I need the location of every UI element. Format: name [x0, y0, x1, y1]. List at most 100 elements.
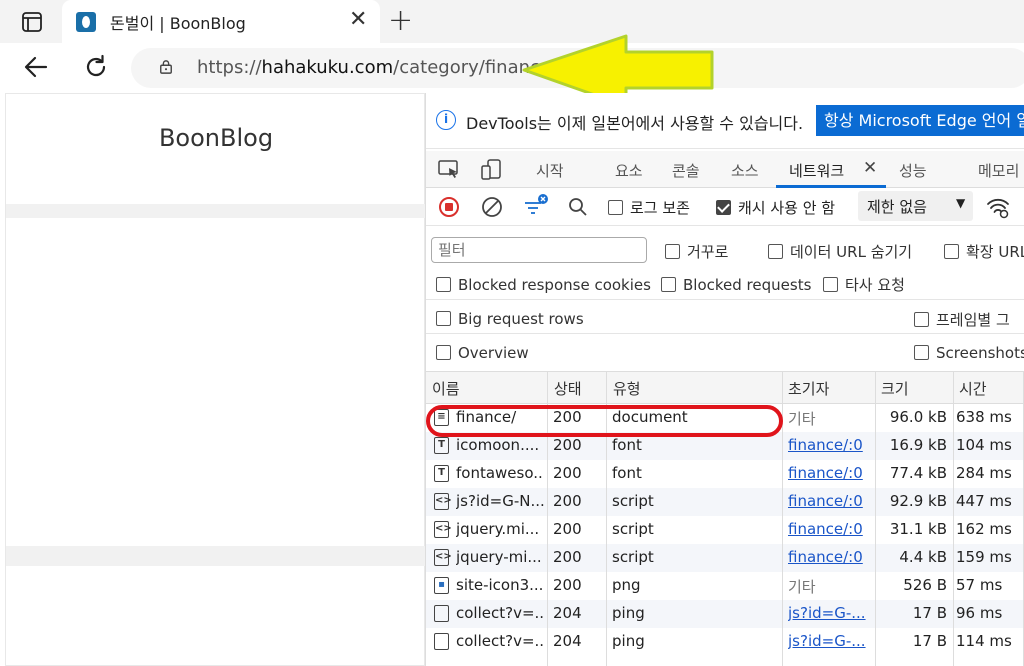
refresh-icon[interactable]	[82, 53, 110, 81]
overview-box[interactable]	[436, 345, 451, 360]
column-size-header[interactable]: 크기	[881, 378, 909, 399]
table-row[interactable]: <> jquery-mi... 200 script finance/:0 4.4 kB 1…	[426, 544, 1024, 572]
close-tab-icon[interactable]: ✕	[349, 8, 367, 32]
cell-size: 96.0 kB	[889, 408, 947, 426]
table-row[interactable]: collect?v=... 204 ping js?id=G-... 17 B 114 m…	[426, 628, 1024, 656]
table-row[interactable]: ▪ site-icon3... 200 png 기타 526 B 57 ms	[426, 572, 1024, 600]
disable-cache-box[interactable]	[716, 200, 731, 215]
cell-size: 17 B	[912, 632, 947, 650]
tab-performance[interactable]: 성능	[899, 160, 927, 181]
hide-data-urls-box[interactable]	[768, 244, 783, 259]
filter-icon[interactable]	[522, 193, 550, 219]
record-icon[interactable]	[438, 196, 460, 218]
cell-initiator[interactable]: finance/:0	[788, 492, 873, 510]
cell-initiator[interactable]: js?id=G-...	[788, 604, 873, 622]
cell-time: 284 ms	[956, 464, 1012, 482]
blocked-cookies-box[interactable]	[436, 277, 451, 292]
cell-initiator[interactable]: js?id=G-...	[788, 632, 873, 650]
blocked-requests-checkbox[interactable]: Blocked requests	[661, 276, 811, 294]
cell-status: 200	[553, 464, 582, 482]
cell-time: 162 ms	[956, 520, 1012, 538]
group-by-frame-label: 프레임별 그	[936, 311, 1010, 329]
filter-input[interactable]	[431, 237, 647, 263]
big-request-rows-checkbox[interactable]: Big request rows	[436, 310, 584, 328]
devtools-info-bar: i DevTools는 이제 일본어에서 사용할 수 있습니다. 항상 Micr…	[426, 93, 1024, 149]
close-network-tab-icon[interactable]: ✕	[863, 158, 877, 178]
group-by-frame-box[interactable]	[914, 312, 929, 327]
column-type-header[interactable]: 유형	[613, 378, 641, 399]
web-page: BoonBlog	[5, 93, 426, 666]
cell-name[interactable]: fontaweso...	[456, 464, 544, 482]
site-title[interactable]: BoonBlog	[6, 124, 426, 152]
match-language-button[interactable]: 항상 Microsoft Edge 언어 일치	[816, 105, 1024, 136]
cell-name[interactable]: icomoon....	[456, 436, 544, 454]
cell-initiator[interactable]: finance/:0	[788, 464, 873, 482]
cell-type: font	[612, 464, 642, 482]
hide-data-urls-checkbox[interactable]: 데이터 URL 숨기기	[768, 241, 912, 262]
cell-name[interactable]: site-icon3...	[456, 576, 544, 594]
third-party-checkbox[interactable]: 타사 요청	[823, 274, 905, 295]
image-file-icon: ▪	[434, 577, 449, 594]
overview-checkbox[interactable]: Overview	[436, 344, 529, 362]
new-tab-button[interactable]: +	[388, 4, 413, 38]
cell-name[interactable]: jquery-mi...	[456, 548, 544, 566]
tab-sources[interactable]: 소스	[731, 160, 759, 181]
tab-actions-icon	[22, 12, 42, 32]
blocked-requests-box[interactable]	[661, 277, 676, 292]
cell-initiator[interactable]: finance/:0	[788, 436, 873, 454]
cell-time: 447 ms	[956, 492, 1012, 510]
network-toolbar: 로그 보존 캐시 사용 안 함 제한 없음 ▼	[426, 188, 1024, 226]
column-status-header[interactable]: 상태	[554, 378, 582, 399]
lock-icon[interactable]	[159, 60, 173, 74]
cell-initiator[interactable]: finance/:0	[788, 520, 873, 538]
third-party-box[interactable]	[823, 277, 838, 292]
cell-status: 200	[553, 492, 582, 510]
throttling-value: 제한 없음	[867, 198, 927, 216]
tab-elements[interactable]: 요소	[615, 160, 643, 181]
filter-row: 거꾸로 데이터 URL 숨기기 확장 URL	[426, 226, 1024, 264]
tab-console[interactable]: 콘솔	[672, 160, 700, 181]
throttling-dropdown[interactable]: 제한 없음 ▼	[858, 191, 973, 221]
screenshots-box[interactable]	[914, 345, 929, 360]
inspect-element-icon[interactable]	[438, 160, 460, 180]
device-emulation-icon[interactable]	[480, 159, 504, 181]
disable-cache-checkbox[interactable]: 캐시 사용 안 함	[716, 197, 835, 218]
cell-name[interactable]: collect?v=...	[456, 604, 544, 622]
tab-actions-button[interactable]	[12, 9, 52, 35]
invert-checkbox[interactable]: 거꾸로	[665, 241, 728, 262]
table-header: 이름 상태 유형 초기자 크기 시간	[426, 371, 1024, 404]
browser-tab[interactable]: 돈벌이 | BoonBlog ✕	[62, 0, 380, 43]
column-initiator-header[interactable]: 초기자	[788, 378, 829, 399]
invert-box[interactable]	[665, 244, 680, 259]
cell-name[interactable]: collect?v=...	[456, 632, 544, 650]
screenshots-checkbox[interactable]: Screenshots	[914, 344, 1024, 362]
clear-icon[interactable]	[481, 196, 503, 218]
column-name-header[interactable]: 이름	[432, 378, 460, 399]
table-row[interactable]: <> jquery.mi... 200 script finance/:0 31.1 kB…	[426, 516, 1024, 544]
hide-extension-urls-checkbox[interactable]: 확장 URL	[944, 241, 1024, 262]
back-arrow-icon[interactable]	[22, 53, 50, 81]
search-icon[interactable]	[568, 197, 588, 217]
preserve-log-checkbox[interactable]: 로그 보존	[608, 197, 690, 218]
divider	[426, 333, 1024, 334]
cell-size: 77.4 kB	[889, 464, 947, 482]
blocked-cookies-checkbox[interactable]: Blocked response cookies	[436, 276, 651, 294]
column-time-header[interactable]: 시간	[959, 378, 987, 399]
cell-initiator[interactable]: finance/:0	[788, 548, 873, 566]
table-row[interactable]: collect?v=... 204 ping js?id=G-... 17 B 96 ms	[426, 600, 1024, 628]
table-row[interactable]: <> js?id=G-N... 200 script finance/:0 92.9 kB…	[426, 488, 1024, 516]
tab-title: 돈벌이 | BoonBlog	[110, 14, 246, 33]
tab-network[interactable]: 네트워크	[789, 160, 844, 181]
tab-welcome[interactable]: 시작	[536, 160, 564, 181]
big-request-rows-box[interactable]	[436, 311, 451, 326]
script-file-icon: <>	[434, 521, 452, 538]
network-conditions-icon[interactable]	[986, 195, 1010, 219]
group-by-frame-checkbox[interactable]: 프레임별 그	[914, 309, 1010, 330]
table-row[interactable]: Tfontaweso... 200 font finance/:0 77.4 kB 284…	[426, 460, 1024, 488]
cell-name[interactable]: js?id=G-N...	[456, 492, 544, 510]
overview-label: Overview	[458, 344, 529, 362]
cell-name[interactable]: jquery.mi...	[456, 520, 544, 538]
tab-memory[interactable]: 메모리	[978, 160, 1019, 181]
preserve-log-box[interactable]	[608, 200, 623, 215]
hide-extension-urls-box[interactable]	[944, 244, 959, 259]
